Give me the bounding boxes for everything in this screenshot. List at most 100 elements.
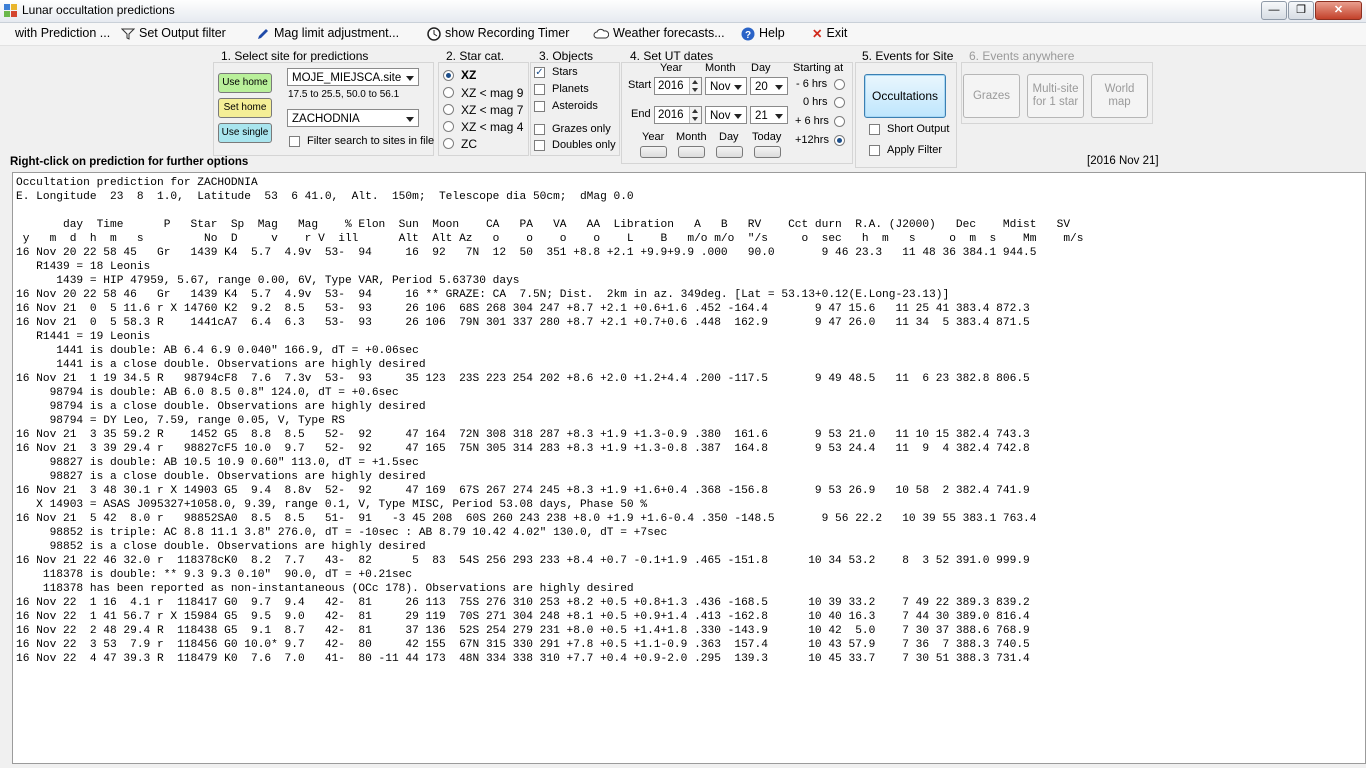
doubles-only-label: Doubles only xyxy=(552,139,616,151)
starcat-label-mag9: XZ < mag 9 xyxy=(461,86,524,100)
offset-label-plus12: +12hrs xyxy=(795,134,829,146)
today-label: Today xyxy=(752,131,782,143)
events-anywhere-heading: 6. Events anywhere xyxy=(969,49,1075,63)
planets-label: Planets xyxy=(552,83,589,95)
starcat-label-mag7: XZ < mag 7 xyxy=(461,103,524,117)
month-step-label: Month xyxy=(676,131,707,143)
occultations-button[interactable]: Occultations xyxy=(864,74,946,118)
maximize-button[interactable]: ❐ xyxy=(1288,1,1314,20)
year-step-label: Year xyxy=(642,131,665,143)
starcat-radio-mag9[interactable] xyxy=(443,87,454,98)
starcat-radio-mag7[interactable] xyxy=(443,104,454,115)
offset-label-0: 0 hrs xyxy=(803,96,828,108)
offset-radio-plus12[interactable] xyxy=(834,135,845,146)
use-home-button[interactable]: Use home xyxy=(218,73,272,93)
filter-sites-checkbox[interactable] xyxy=(289,136,300,147)
app-icon xyxy=(4,4,17,17)
starcat-radio-xz[interactable] xyxy=(443,70,454,81)
day-step-button[interactable] xyxy=(716,146,743,158)
offset-radio-0[interactable] xyxy=(834,97,845,108)
svg-text:?: ? xyxy=(745,30,751,41)
grazes-button[interactable]: Grazes xyxy=(963,74,1020,118)
offset-label-minus6: - 6 hrs xyxy=(796,78,828,90)
asteroids-label: Asteroids xyxy=(552,100,598,112)
apply-filter-label: Apply Filter xyxy=(887,144,943,156)
year-column-label: Year xyxy=(660,62,683,74)
minimize-button[interactable]: — xyxy=(1261,1,1287,20)
clock-icon xyxy=(427,26,441,41)
menu-weather[interactable]: Weather forecasts... xyxy=(593,26,725,40)
planets-checkbox[interactable] xyxy=(534,84,545,95)
dates-heading: 4. Set UT dates xyxy=(630,49,714,63)
month-column-label: Month xyxy=(705,62,736,74)
today-button[interactable] xyxy=(754,146,781,158)
short-output-checkbox[interactable] xyxy=(869,124,880,135)
spinner-arrows-icon[interactable] xyxy=(689,107,701,123)
asteroids-checkbox[interactable] xyxy=(534,101,545,112)
short-output-label: Short Output xyxy=(887,123,950,135)
close-window-button[interactable]: ✕ xyxy=(1315,1,1362,20)
grazes-only-checkbox[interactable] xyxy=(534,124,545,135)
offset-radio-plus6[interactable] xyxy=(834,116,845,127)
chevron-down-icon xyxy=(406,76,414,81)
menu-bar: with Prediction ... Set Output filter Ma… xyxy=(0,23,1366,46)
offset-radio-minus6[interactable] xyxy=(834,79,845,90)
right-click-hint: Right-click on prediction for further op… xyxy=(10,156,249,168)
filter-sites-label: Filter search to sites in file xyxy=(307,135,435,147)
starcat-radio-mag4[interactable] xyxy=(443,121,454,132)
menu-with-prediction[interactable]: with Prediction ... xyxy=(15,26,110,40)
start-day-combo[interactable]: 20 xyxy=(750,77,788,95)
site-file-combo[interactable]: MOJE_MIEJSCA.site xyxy=(287,68,419,86)
use-single-button[interactable]: Use single xyxy=(218,123,272,143)
starcat-radio-zc[interactable] xyxy=(443,138,454,149)
objects-heading: 3. Objects xyxy=(539,49,594,63)
menu-mag-limit[interactable]: Mag limit adjustment... xyxy=(256,26,399,40)
starcat-label-mag4: XZ < mag 4 xyxy=(461,120,524,134)
close-x-icon: ✕ xyxy=(812,27,823,42)
starcat-heading: 2. Star cat. xyxy=(446,49,505,63)
date-stamp: [2016 Nov 21] xyxy=(1087,155,1159,167)
world-map-button[interactable]: World map xyxy=(1091,74,1148,118)
starcat-label-xz: XZ xyxy=(461,68,477,82)
end-day-combo[interactable]: 21 xyxy=(750,106,788,124)
spinner-arrows-icon[interactable] xyxy=(689,78,701,94)
set-home-button[interactable]: Set home xyxy=(218,98,272,118)
chevron-down-icon xyxy=(734,114,742,119)
menu-help[interactable]: ? Help xyxy=(741,26,785,41)
site-heading: 1. Select site for predictions xyxy=(221,49,369,63)
title-bar: Lunar occultation predictions — ❐ ✕ xyxy=(0,0,1366,23)
offset-label-plus6: + 6 hrs xyxy=(795,115,829,127)
cloud-icon xyxy=(593,28,609,39)
apply-filter-checkbox[interactable] xyxy=(869,145,880,156)
pen-icon xyxy=(258,28,268,39)
starting-at-label: Starting at xyxy=(793,62,844,74)
site-combo[interactable]: ZACHODNIA xyxy=(287,109,419,127)
menu-exit[interactable]: ✕ Exit xyxy=(812,26,847,41)
chevron-down-icon xyxy=(775,85,783,90)
chevron-down-icon xyxy=(406,117,414,122)
day-step-label: Day xyxy=(719,131,739,143)
month-step-button[interactable] xyxy=(678,146,705,158)
start-label: Start xyxy=(628,79,652,91)
menu-set-output-filter[interactable]: Set Output filter xyxy=(121,26,226,40)
stars-label: Stars xyxy=(552,66,578,78)
end-year-spinner[interactable]: 2016 xyxy=(654,106,702,124)
prediction-output-textarea[interactable]: Occultation prediction for ZACHODNIA E. … xyxy=(12,172,1366,764)
starcat-label-zc: ZC xyxy=(461,137,477,151)
menu-recording-timer[interactable]: show Recording Timer xyxy=(427,26,569,41)
multisite-button[interactable]: Multi-site for 1 star xyxy=(1027,74,1084,118)
end-label: End xyxy=(631,108,651,120)
stars-checkbox[interactable]: ✓ xyxy=(534,67,545,78)
help-icon: ? xyxy=(741,27,755,41)
window-title: Lunar occultation predictions xyxy=(22,3,175,17)
site-range-text: 17.5 to 25.5, 50.0 to 56.1 xyxy=(288,89,400,100)
chevron-down-icon xyxy=(775,114,783,119)
doubles-only-checkbox[interactable] xyxy=(534,140,545,151)
end-month-combo[interactable]: Nov xyxy=(705,106,747,124)
year-step-button[interactable] xyxy=(640,146,667,158)
grazes-only-label: Grazes only xyxy=(552,123,611,135)
start-month-combo[interactable]: Nov xyxy=(705,77,747,95)
funnel-icon xyxy=(121,28,135,40)
chevron-down-icon xyxy=(734,85,742,90)
start-year-spinner[interactable]: 2016 xyxy=(654,77,702,95)
